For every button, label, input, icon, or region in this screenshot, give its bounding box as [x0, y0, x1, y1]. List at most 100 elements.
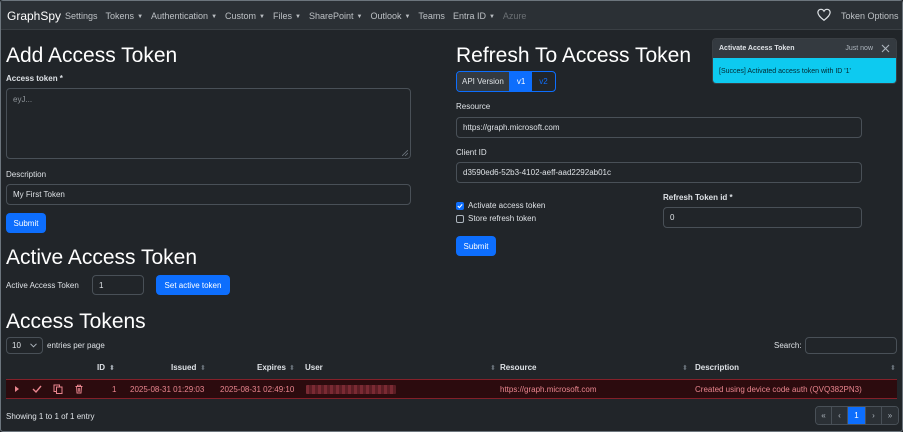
set-active-token-button[interactable]: Set active token	[156, 275, 230, 295]
access-token-placeholder: eyJ...	[13, 95, 33, 104]
trash-icon[interactable]	[74, 384, 84, 394]
store-refresh-token-label: Store refresh token	[468, 214, 537, 223]
add-token-submit-button[interactable]: Submit	[6, 213, 46, 233]
cell-expires: 2025-08-31 02:49:10	[220, 385, 295, 394]
copy-icon[interactable]	[53, 384, 63, 394]
cell-id: 1	[112, 385, 117, 394]
pagination: « ‹ 1 › »	[815, 406, 899, 425]
page-1-button[interactable]: 1	[848, 407, 866, 424]
active-token-title: Active Access Token	[6, 246, 198, 269]
nav-item-tokens[interactable]: Tokens ▼	[106, 11, 143, 21]
sort-icon: ⬍	[890, 365, 896, 372]
nav-item-azure: Azure	[503, 11, 527, 21]
caret-down-icon: ▼	[259, 14, 265, 20]
client-id-label: Client ID	[456, 148, 487, 157]
caret-down-icon: ▼	[137, 14, 144, 20]
description-label: Description	[6, 170, 47, 179]
caret-down-icon: ▼	[295, 14, 301, 20]
active-token-value: 1	[99, 280, 104, 290]
heart-icon[interactable]	[817, 8, 831, 22]
cell-user-redacted	[306, 385, 396, 394]
api-version-v1-button[interactable]: v1	[509, 72, 533, 91]
nav-item-files[interactable]: Files ▼	[273, 11, 301, 21]
toast-body: [Succes] Activated access token with ID …	[713, 58, 896, 83]
nav-label: Outlook	[370, 11, 402, 21]
entries-per-page-label: entries per page	[47, 341, 105, 350]
nav-item-custom[interactable]: Custom ▼	[225, 11, 265, 21]
expand-icon[interactable]	[12, 384, 22, 394]
active-token-input[interactable]: 1	[92, 275, 144, 295]
cell-description: Created using device code auth (QVQ382PN…	[695, 385, 862, 394]
sort-icon: ⬍	[200, 365, 206, 372]
description-input[interactable]: My First Token	[6, 184, 411, 205]
nav-label: Settings	[65, 11, 98, 21]
page-first-button[interactable]: «	[816, 407, 832, 424]
nav-label: Tokens	[105, 11, 135, 21]
nav-item-entra-id[interactable]: Entra ID ▼	[453, 11, 495, 21]
column-header-user[interactable]: User	[305, 363, 323, 372]
nav-item-teams[interactable]: Teams	[418, 11, 445, 21]
nav-item-outlook[interactable]: Outlook ▼	[370, 11, 410, 21]
activate-token-label: Activate access token	[468, 201, 546, 210]
page-prev-button[interactable]: ‹	[832, 407, 848, 424]
toast-notification: Activate Access Token Just now [Succes] …	[712, 38, 897, 84]
page-length-select[interactable]: 10	[6, 337, 43, 354]
column-header-description[interactable]: Description	[695, 363, 739, 372]
nav-label: Files	[272, 11, 292, 21]
token-options-link[interactable]: Token Options	[841, 11, 899, 21]
nav-label: Custom	[225, 11, 257, 21]
description-value: My First Token	[13, 190, 65, 199]
add-token-title: Add Access Token	[6, 44, 178, 67]
resize-handle-icon[interactable]	[402, 150, 408, 156]
caret-down-icon: ▼	[488, 14, 495, 20]
nav-label: Authentication	[151, 11, 209, 21]
nav-item-settings[interactable]: Settings	[65, 11, 98, 21]
client-id-input[interactable]: d3590ed6-52b3-4102-aeff-aad2292ab01c	[456, 162, 862, 183]
table-header: ID ⬍ Issued ⬍ Expires ⬍ User ⬍ Resource …	[6, 359, 897, 378]
brand-logo[interactable]: GraphSpy	[7, 9, 61, 23]
sort-desc-icon: ⬍	[109, 365, 115, 372]
column-header-id[interactable]: ID	[97, 363, 105, 372]
active-token-label: Active Access Token	[6, 281, 79, 290]
sort-icon: ⬍	[289, 365, 295, 372]
activate-token-checkbox[interactable]: Activate access token	[456, 201, 545, 210]
refresh-submit-button[interactable]: Submit	[456, 236, 496, 256]
nav-item-authentication[interactable]: Authentication ▼	[151, 11, 217, 21]
search-input[interactable]	[805, 337, 897, 354]
page-last-button[interactable]: »	[882, 407, 898, 424]
column-header-expires[interactable]: Expires	[257, 363, 286, 372]
column-header-issued[interactable]: Issued	[171, 363, 196, 372]
access-token-textarea[interactable]: eyJ...	[6, 88, 411, 159]
checkbox-unchecked-icon	[456, 214, 464, 223]
refresh-token-id-value: 0	[670, 213, 675, 222]
resource-label: Resource	[456, 102, 491, 111]
api-version-v2-button[interactable]: v2	[532, 72, 554, 91]
toast-title: Activate Access Token	[719, 45, 795, 52]
search-label: Search:	[774, 341, 802, 350]
store-refresh-token-checkbox[interactable]: Store refresh token	[456, 214, 536, 223]
access-token-label: Access token *	[6, 74, 63, 83]
column-header-resource[interactable]: Resource	[500, 363, 536, 372]
sort-icon: ⬍	[682, 365, 688, 372]
navbar: GraphSpy Settings Tokens ▼ Authentication…	[1, 1, 902, 30]
page-next-button[interactable]: ›	[866, 407, 882, 424]
nav-label: Teams	[418, 11, 445, 21]
nav-label: Entra ID	[452, 11, 486, 21]
refresh-title: Refresh To Access Token	[456, 44, 692, 67]
sort-icon: ⬍	[490, 365, 496, 372]
check-icon[interactable]	[32, 384, 42, 394]
nav-items: Settings Tokens ▼ Authentication ▼ Custom ▼…	[65, 11, 534, 21]
table-info: Showing 1 to 1 of 1 entry	[6, 412, 95, 421]
caret-down-icon: ▼	[356, 14, 363, 20]
table-row[interactable]: 1 2025-08-31 01:29:03 2025-08-31 02:49:1…	[6, 379, 897, 399]
cell-resource: https://graph.microsoft.com	[500, 385, 597, 394]
chevron-down-icon	[30, 343, 37, 348]
resource-input[interactable]: https://graph.microsoft.com	[456, 117, 862, 138]
checkbox-checked-icon	[456, 201, 464, 210]
api-version-group: API Version v1 v2	[456, 71, 556, 92]
nav-item-sharepoint[interactable]: SharePoint ▼	[309, 11, 362, 21]
caret-down-icon: ▼	[404, 14, 411, 20]
caret-down-icon: ▼	[211, 14, 218, 20]
close-icon[interactable]	[881, 44, 890, 53]
refresh-token-id-input[interactable]: 0	[663, 207, 862, 228]
